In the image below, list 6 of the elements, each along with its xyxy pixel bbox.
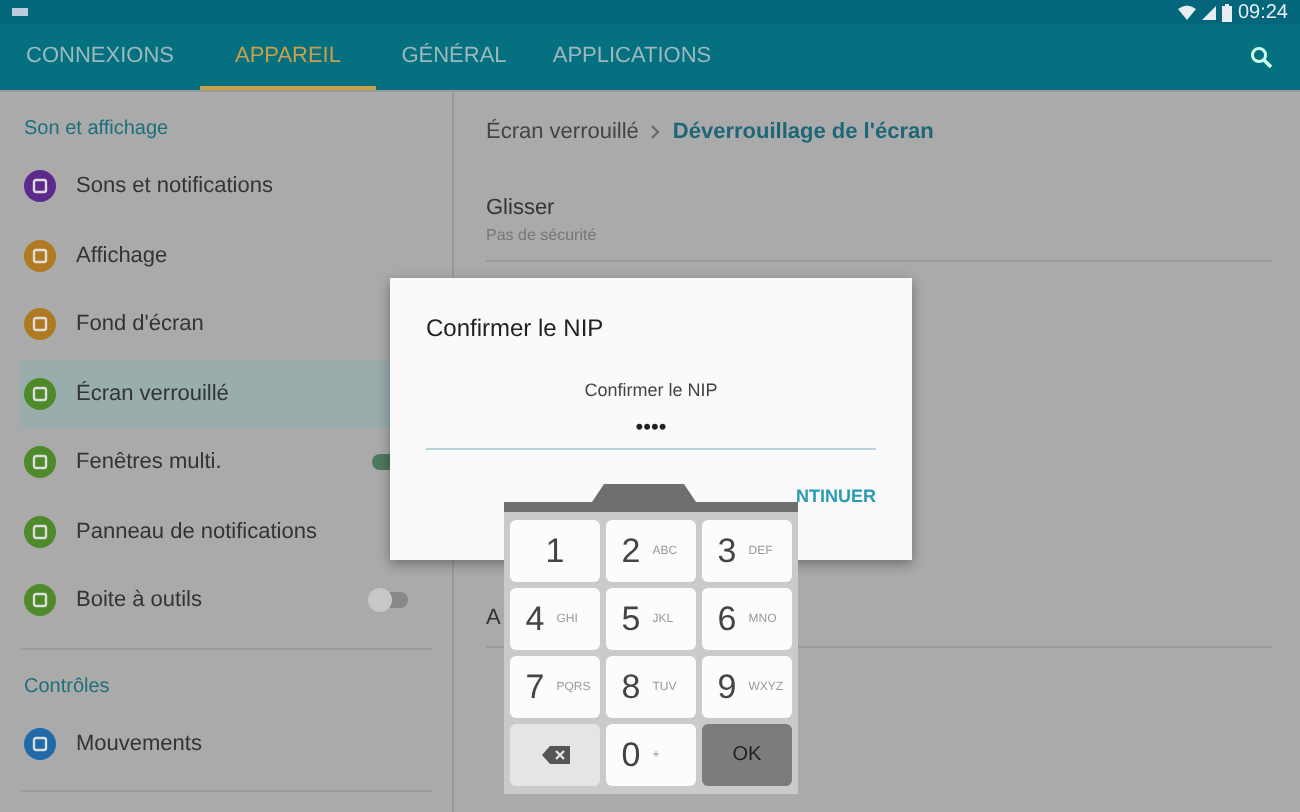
field-label: Confirmer le NIP <box>584 380 718 400</box>
dialog-title: Confirmer le NIP <box>426 314 606 342</box>
clock-time: 09:24 <box>1237 1 1288 23</box>
section-title: Son et affichage <box>22 116 171 144</box>
section-title: Contrôles <box>22 673 112 701</box>
breadcrumb-current: Déverrouillage de l'écran <box>672 120 934 144</box>
